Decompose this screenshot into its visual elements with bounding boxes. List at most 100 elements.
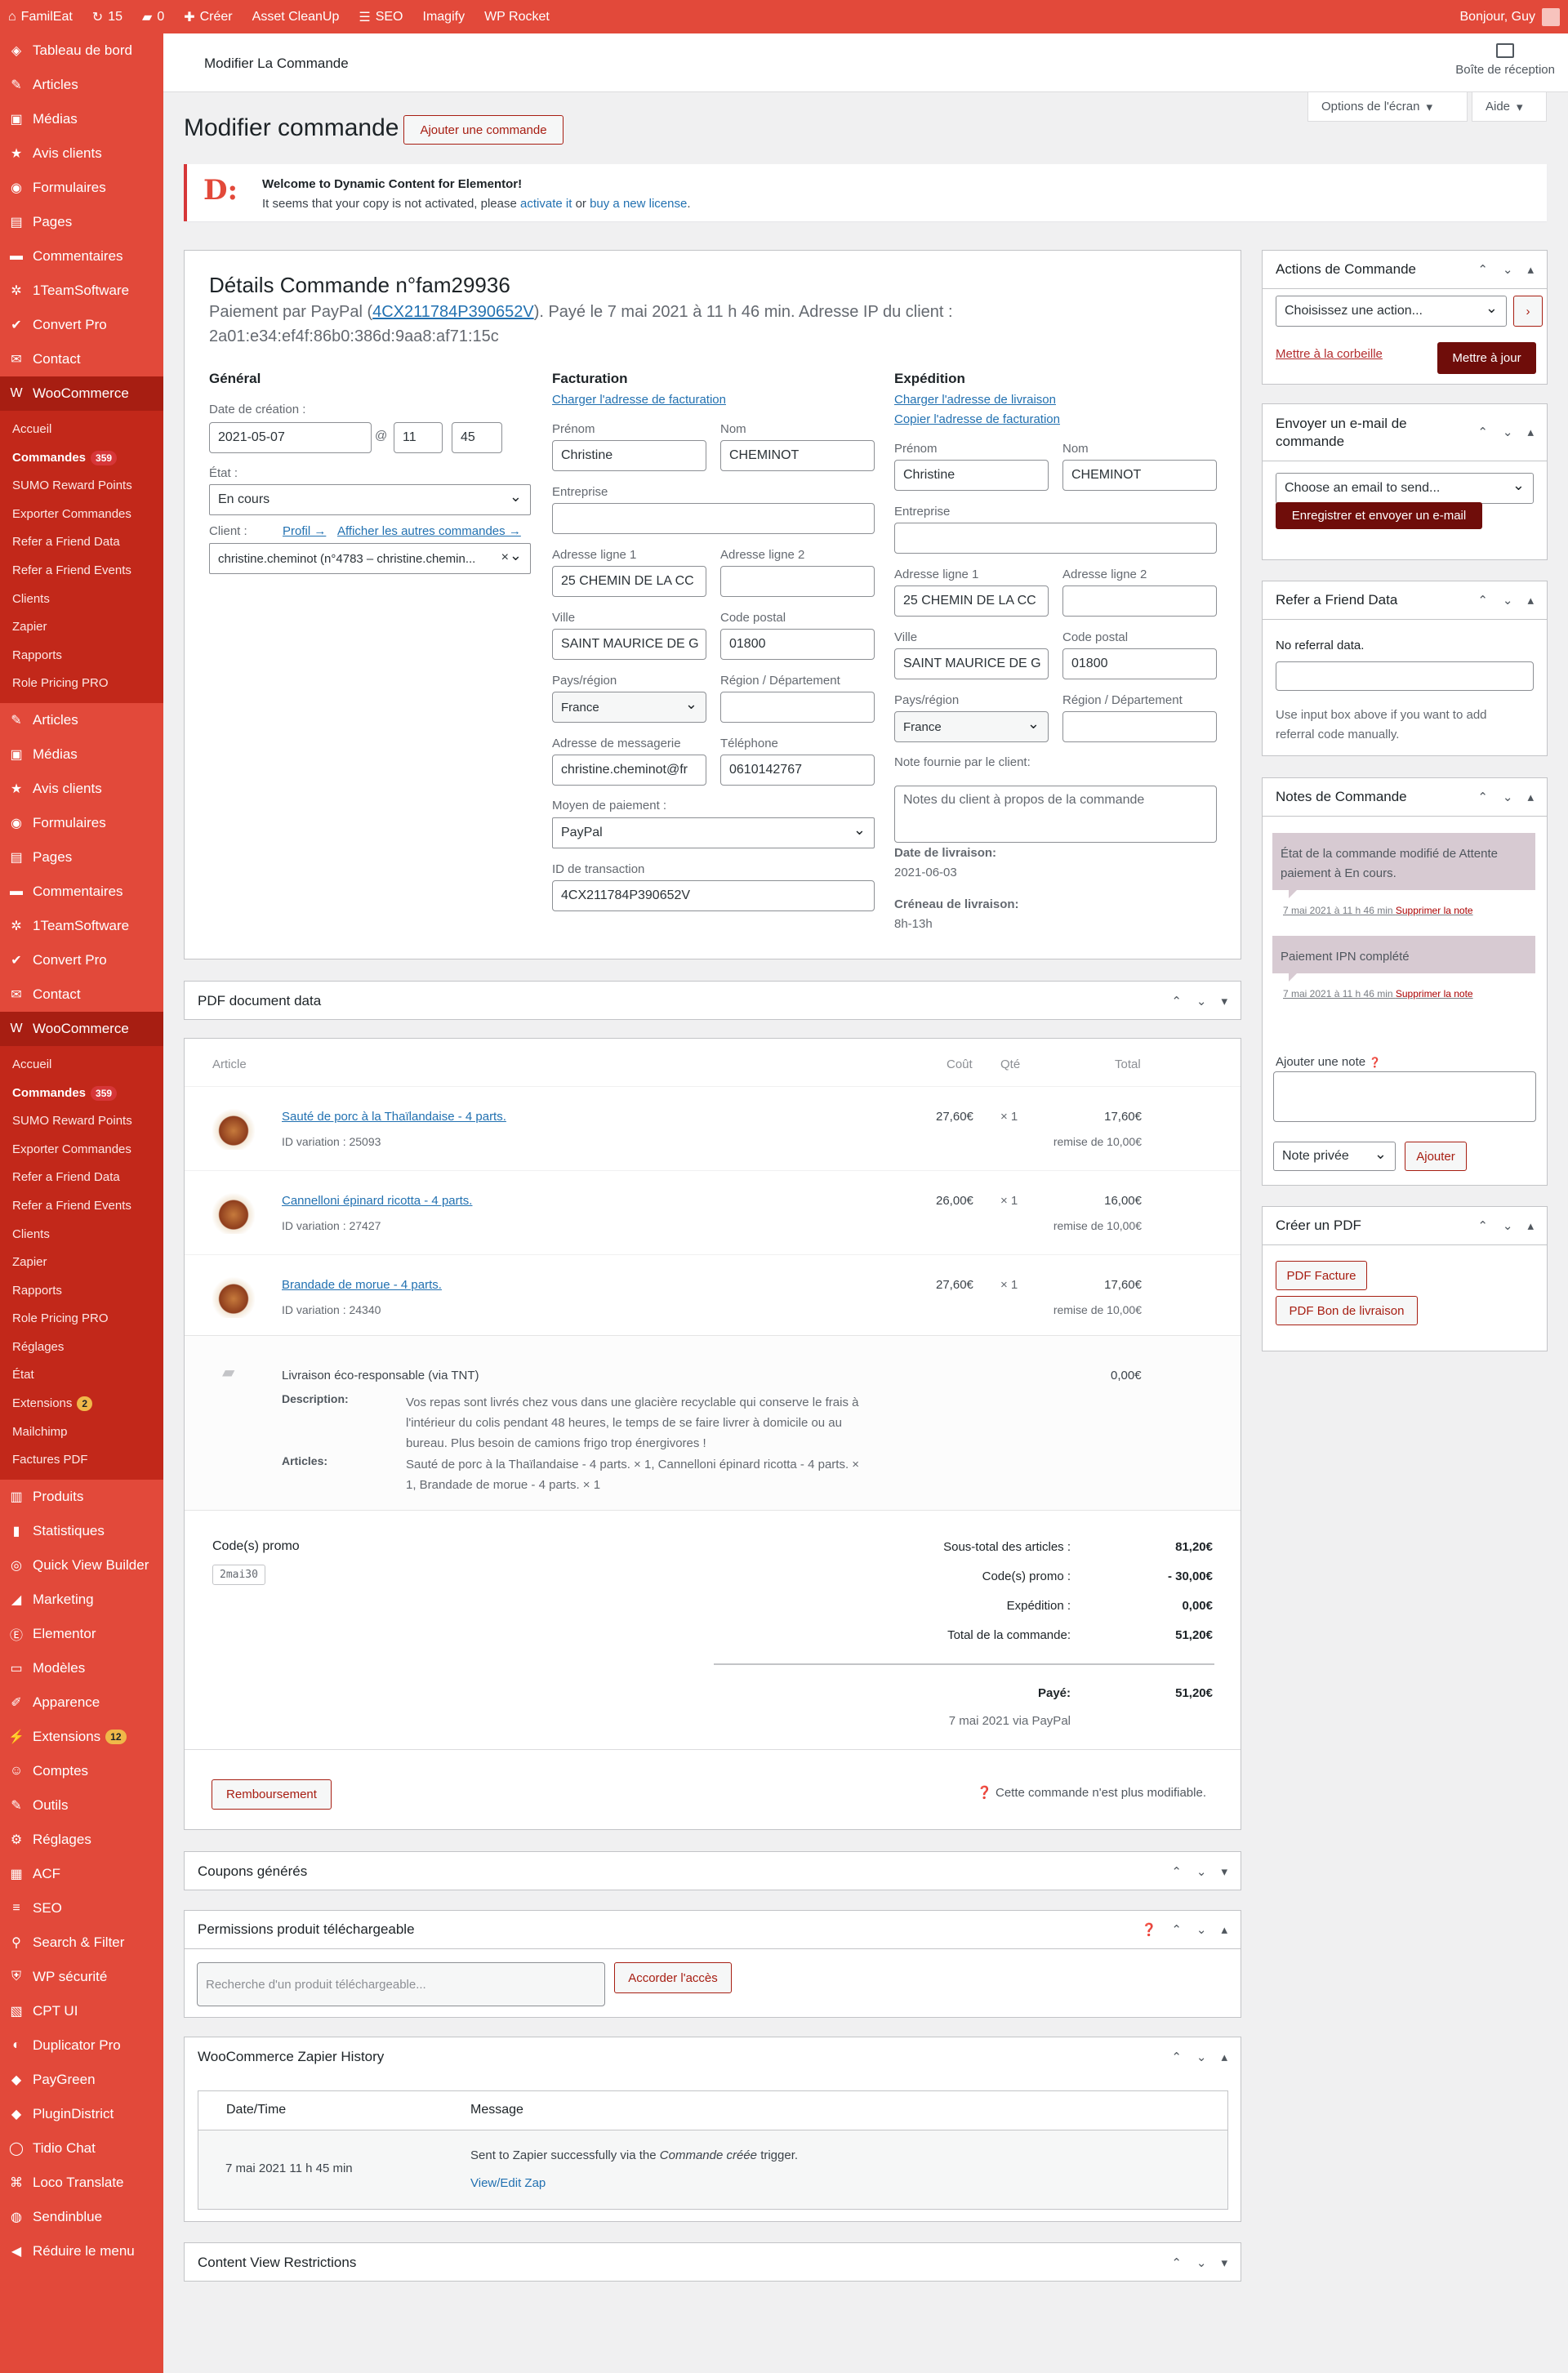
move-down-icon[interactable]: ⌄ [1196, 1922, 1207, 1937]
asset-cleanup-link[interactable]: Asset CleanUp [252, 10, 340, 24]
sidebar-item[interactable]: ✔ Convert Pro [0, 308, 163, 342]
updates-link[interactable]: ↻ 15 [92, 9, 122, 25]
add-order-button[interactable]: Ajouter une commande [403, 115, 564, 145]
billing-company-input[interactable] [552, 503, 875, 534]
save-send-email-button[interactable]: Enregistrer et envoyer un e-mail [1276, 502, 1482, 529]
billing-country-select[interactable]: France [552, 692, 706, 723]
load-shipping-link[interactable]: Charger l'adresse de livraison [894, 393, 1056, 407]
refund-button[interactable]: Remboursement [212, 1779, 332, 1810]
submenu-item[interactable]: Accueil [0, 416, 163, 444]
submenu-item[interactable]: Refer a Friend Events [0, 1192, 163, 1221]
sidebar-item[interactable]: ✎ Articles [0, 703, 163, 737]
sidebar-item[interactable]: ▤ Pages [0, 205, 163, 239]
product-thumbnail[interactable] [212, 1276, 255, 1318]
order-status-select[interactable]: En cours [209, 484, 531, 515]
new-content-link[interactable]: ✚ Créer [184, 9, 232, 25]
sidebar-item[interactable]: ◆ PayGreen [0, 2063, 163, 2097]
submenu-item[interactable]: Role Pricing PRO [0, 670, 163, 698]
sidebar-item[interactable]: ▬ Commentaires [0, 239, 163, 274]
submenu-item[interactable]: SUMO Reward Points [0, 472, 163, 501]
sidebar-item[interactable]: ⚡ Extensions 12 [0, 1720, 163, 1754]
submenu-item[interactable]: Mailchimp [0, 1418, 163, 1447]
product-link[interactable]: Brandade de morue - 4 parts. [282, 1278, 442, 1292]
move-down-icon[interactable]: ⌄ [1503, 593, 1513, 608]
sidebar-item[interactable]: Ⓔ Elementor [0, 1617, 163, 1651]
sidebar-item[interactable]: ◈ Tableau de bord [0, 33, 163, 68]
move-up-icon[interactable]: ⌃ [1171, 1922, 1182, 1937]
billing-email-input[interactable]: christine.cheminot@fr [552, 755, 706, 786]
toggle-icon[interactable]: ▴ [1221, 2050, 1227, 2064]
delete-note-link[interactable]: Supprimer la note [1396, 905, 1473, 916]
transaction-id-input[interactable]: 4CX211784P390652V [552, 880, 875, 911]
toggle-icon[interactable]: ▴ [1527, 262, 1534, 277]
submenu-item[interactable]: Réglages [0, 1333, 163, 1362]
submenu-item[interactable]: Zapier [0, 613, 163, 642]
sidebar-item[interactable]: ⚙ Réglages [0, 1823, 163, 1857]
move-up-icon[interactable]: ⌃ [1171, 2050, 1182, 2064]
move-down-icon[interactable]: ⌄ [1196, 994, 1207, 1008]
inbox-button[interactable]: Boîte de réception [1455, 43, 1555, 77]
product-link[interactable]: Sauté de porc à la Thaïlandaise - 4 part… [282, 1110, 506, 1124]
submenu-item[interactable]: Exporter Commandes [0, 1136, 163, 1164]
sidebar-item[interactable]: ✉ Contact [0, 342, 163, 376]
customer-select[interactable]: christine.cheminot (n°4783 – christine.c… [209, 543, 531, 574]
order-action-select[interactable]: Choisissez une action... [1276, 296, 1507, 327]
submenu-item[interactable]: Rapports [0, 1277, 163, 1306]
sidebar-item[interactable]: ◢ Marketing [0, 1583, 163, 1617]
submenu-item[interactable]: Commandes 359 [0, 444, 163, 473]
minute-input[interactable]: 45 [452, 422, 502, 453]
move-up-icon[interactable]: ⌃ [1477, 262, 1488, 277]
sidebar-item[interactable]: ▭ Modèles [0, 1651, 163, 1685]
account-menu[interactable]: Bonjour, Guy [1460, 7, 1560, 26]
product-thumbnail[interactable] [212, 1191, 255, 1234]
sidebar-item[interactable]: ✲ 1TeamSoftware [0, 274, 163, 308]
comments-link[interactable]: ▰ 0 [142, 9, 164, 25]
sidebar-item[interactable]: ▣ Médias [0, 737, 163, 772]
submenu-item[interactable]: Refer a Friend Events [0, 557, 163, 585]
copy-billing-link[interactable]: Copier l'adresse de facturation [894, 412, 1060, 426]
toggle-icon[interactable]: ▴ [1527, 790, 1534, 804]
customer-note-textarea[interactable]: Notes du client à propos de la commande [894, 786, 1217, 843]
promo-code-chip[interactable]: 2mai30 [212, 1565, 265, 1585]
sidebar-item[interactable]: ▦ ACF [0, 1857, 163, 1891]
billing-zip-input[interactable]: 01800 [720, 629, 875, 660]
sidebar-item[interactable]: ◯ Tidio Chat [0, 2131, 163, 2166]
hour-input[interactable]: 11 [394, 422, 443, 453]
submenu-item[interactable]: Accueil [0, 1051, 163, 1080]
sidebar-item[interactable]: ★ Avis clients [0, 772, 163, 806]
sidebar-item[interactable]: ✔ Convert Pro [0, 943, 163, 977]
sidebar-item[interactable]: ✐ Apparence [0, 1685, 163, 1720]
shipping-company-input[interactable] [894, 523, 1217, 554]
sidebar-item[interactable]: ≡ SEO [0, 1891, 163, 1926]
move-up-icon[interactable]: ⌃ [1477, 424, 1488, 442]
sidebar-item[interactable]: ◉ Formulaires [0, 806, 163, 840]
sidebar-item[interactable]: ◎ Quick View Builder [0, 1548, 163, 1583]
move-down-icon[interactable]: ⌄ [1503, 1218, 1513, 1233]
toggle-icon[interactable]: ▴ [1527, 1218, 1534, 1233]
toggle-icon[interactable]: ▾ [1221, 1864, 1227, 1879]
buy-license-link[interactable]: buy a new license [590, 197, 687, 211]
sidebar-item[interactable]: ⚲ Search & Filter [0, 1926, 163, 1960]
grant-access-button[interactable]: Accorder l'accès [614, 1962, 732, 1993]
sidebar-item[interactable]: ✉ Contact [0, 977, 163, 1012]
pdf-delivery-button[interactable]: PDF Bon de livraison [1276, 1296, 1418, 1325]
update-button[interactable]: Mettre à jour [1437, 342, 1536, 374]
load-billing-link[interactable]: Charger l'adresse de facturation [552, 393, 726, 407]
email-select[interactable]: Choose an email to send... [1276, 473, 1534, 504]
add-note-button[interactable]: Ajouter [1405, 1142, 1467, 1171]
payment-method-select[interactable]: PayPal [552, 817, 875, 848]
other-orders-link[interactable]: Afficher les autres commandes → [337, 524, 521, 538]
product-link[interactable]: Cannelloni épinard ricotta - 4 parts. [282, 1194, 472, 1208]
submenu-item[interactable]: Clients [0, 585, 163, 614]
billing-firstname-input[interactable]: Christine [552, 440, 706, 471]
delete-note-link[interactable]: Supprimer la note [1396, 988, 1473, 1000]
submenu-item[interactable]: Zapier [0, 1249, 163, 1277]
submenu-item[interactable]: Extensions 2 [0, 1390, 163, 1418]
activate-link[interactable]: activate it [520, 197, 572, 211]
shipping-firstname-input[interactable]: Christine [894, 460, 1049, 491]
profile-link[interactable]: Profil → [283, 524, 326, 538]
submenu-item[interactable]: État [0, 1361, 163, 1390]
clear-icon[interactable]: × [501, 550, 509, 565]
sidebar-item[interactable]: ▤ Pages [0, 840, 163, 875]
move-up-icon[interactable]: ⌃ [1477, 593, 1488, 608]
